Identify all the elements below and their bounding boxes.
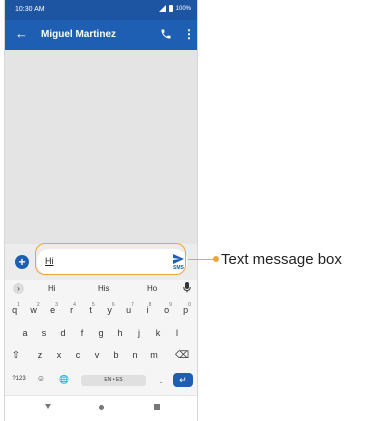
key-l[interactable]: l xyxy=(170,328,184,338)
add-attachment-icon[interactable]: + xyxy=(15,255,29,269)
key-c[interactable]: c xyxy=(71,350,85,360)
key-e[interactable]: e3 xyxy=(47,302,61,315)
suggestion-item[interactable]: His xyxy=(98,284,110,293)
key-row-4: ?123 ☺ 🌐 EN • ES . ↵ xyxy=(5,373,197,389)
key-row-3: ⇧ z x c v b n m ⌫ xyxy=(5,350,197,364)
key-h[interactable]: h xyxy=(113,328,127,338)
callout-line xyxy=(188,259,216,260)
phone-screen: 10:30 AM 100% ← Miguel Martinez ⋮ + Hi S… xyxy=(4,0,198,421)
key-g[interactable]: g xyxy=(94,328,108,338)
key-b[interactable]: b xyxy=(109,350,123,360)
callout-dot xyxy=(213,256,219,262)
key-x[interactable]: x xyxy=(52,350,66,360)
shift-key-icon[interactable]: ⇧ xyxy=(9,350,23,361)
conversation-area xyxy=(5,50,197,244)
key-u[interactable]: u7 xyxy=(123,302,137,315)
globe-key-icon[interactable]: 🌐 xyxy=(57,375,71,384)
status-bar: 10:30 AM 100% xyxy=(5,0,197,20)
enter-key-icon[interactable]: ↵ xyxy=(173,373,193,387)
key-s[interactable]: s xyxy=(37,328,51,338)
key-w[interactable]: w2 xyxy=(28,302,42,315)
navigation-bar xyxy=(5,395,197,421)
space-bar[interactable]: EN • ES xyxy=(81,375,146,386)
key-row-2: a s d f g h j k l xyxy=(5,328,197,342)
key-a[interactable]: a xyxy=(18,328,32,338)
back-arrow-icon[interactable]: ← xyxy=(15,27,28,40)
key-row-1: q1 w2 e3 r4 t5 y6 u7 i8 o9 p0 xyxy=(5,302,197,319)
nav-home-icon[interactable] xyxy=(99,405,104,410)
more-options-icon[interactable]: ⋮ xyxy=(183,27,195,41)
status-icons: 100% xyxy=(158,5,191,12)
expand-suggestions-icon[interactable]: › xyxy=(13,283,24,294)
suggestion-item[interactable]: Ho xyxy=(147,284,157,293)
key-q[interactable]: q1 xyxy=(9,302,23,315)
status-time: 10:30 AM xyxy=(15,6,45,13)
battery-percent: 100% xyxy=(175,5,191,12)
key-y[interactable]: y6 xyxy=(104,302,118,315)
backspace-key-icon[interactable]: ⌫ xyxy=(175,350,189,361)
nav-back-icon[interactable] xyxy=(45,404,51,409)
key-f[interactable]: f xyxy=(75,328,89,338)
key-t[interactable]: t5 xyxy=(85,302,99,315)
nav-recents-icon[interactable] xyxy=(154,404,160,410)
contact-name: Miguel Martinez xyxy=(41,29,117,40)
signal-icon xyxy=(158,5,166,12)
suggestion-strip: › Hi His Ho xyxy=(5,280,197,297)
key-j[interactable]: j xyxy=(132,328,146,338)
key-m[interactable]: m xyxy=(147,350,161,360)
key-o[interactable]: o9 xyxy=(161,302,175,315)
key-d[interactable]: d xyxy=(56,328,70,338)
key-i[interactable]: i8 xyxy=(142,302,156,315)
key-r[interactable]: r4 xyxy=(66,302,80,315)
on-screen-keyboard: › Hi His Ho q1 w2 e3 r4 t5 y6 u7 i8 o9 p… xyxy=(5,280,197,395)
call-icon[interactable] xyxy=(160,28,172,40)
suggestion-item[interactable]: Hi xyxy=(48,284,56,293)
key-z[interactable]: z xyxy=(33,350,47,360)
key-n[interactable]: n xyxy=(128,350,142,360)
app-bar: ← Miguel Martinez ⋮ xyxy=(5,20,197,50)
message-box-highlight xyxy=(35,243,186,275)
period-key[interactable]: . xyxy=(154,375,168,385)
key-k[interactable]: k xyxy=(151,328,165,338)
battery-icon xyxy=(168,5,173,12)
key-v[interactable]: v xyxy=(90,350,104,360)
callout-label: Text message box xyxy=(221,251,342,268)
symbols-key[interactable]: ?123 xyxy=(9,376,29,382)
key-p[interactable]: p0 xyxy=(180,302,194,315)
microphone-icon[interactable] xyxy=(183,282,191,293)
emoji-key-icon[interactable]: ☺ xyxy=(34,374,48,383)
